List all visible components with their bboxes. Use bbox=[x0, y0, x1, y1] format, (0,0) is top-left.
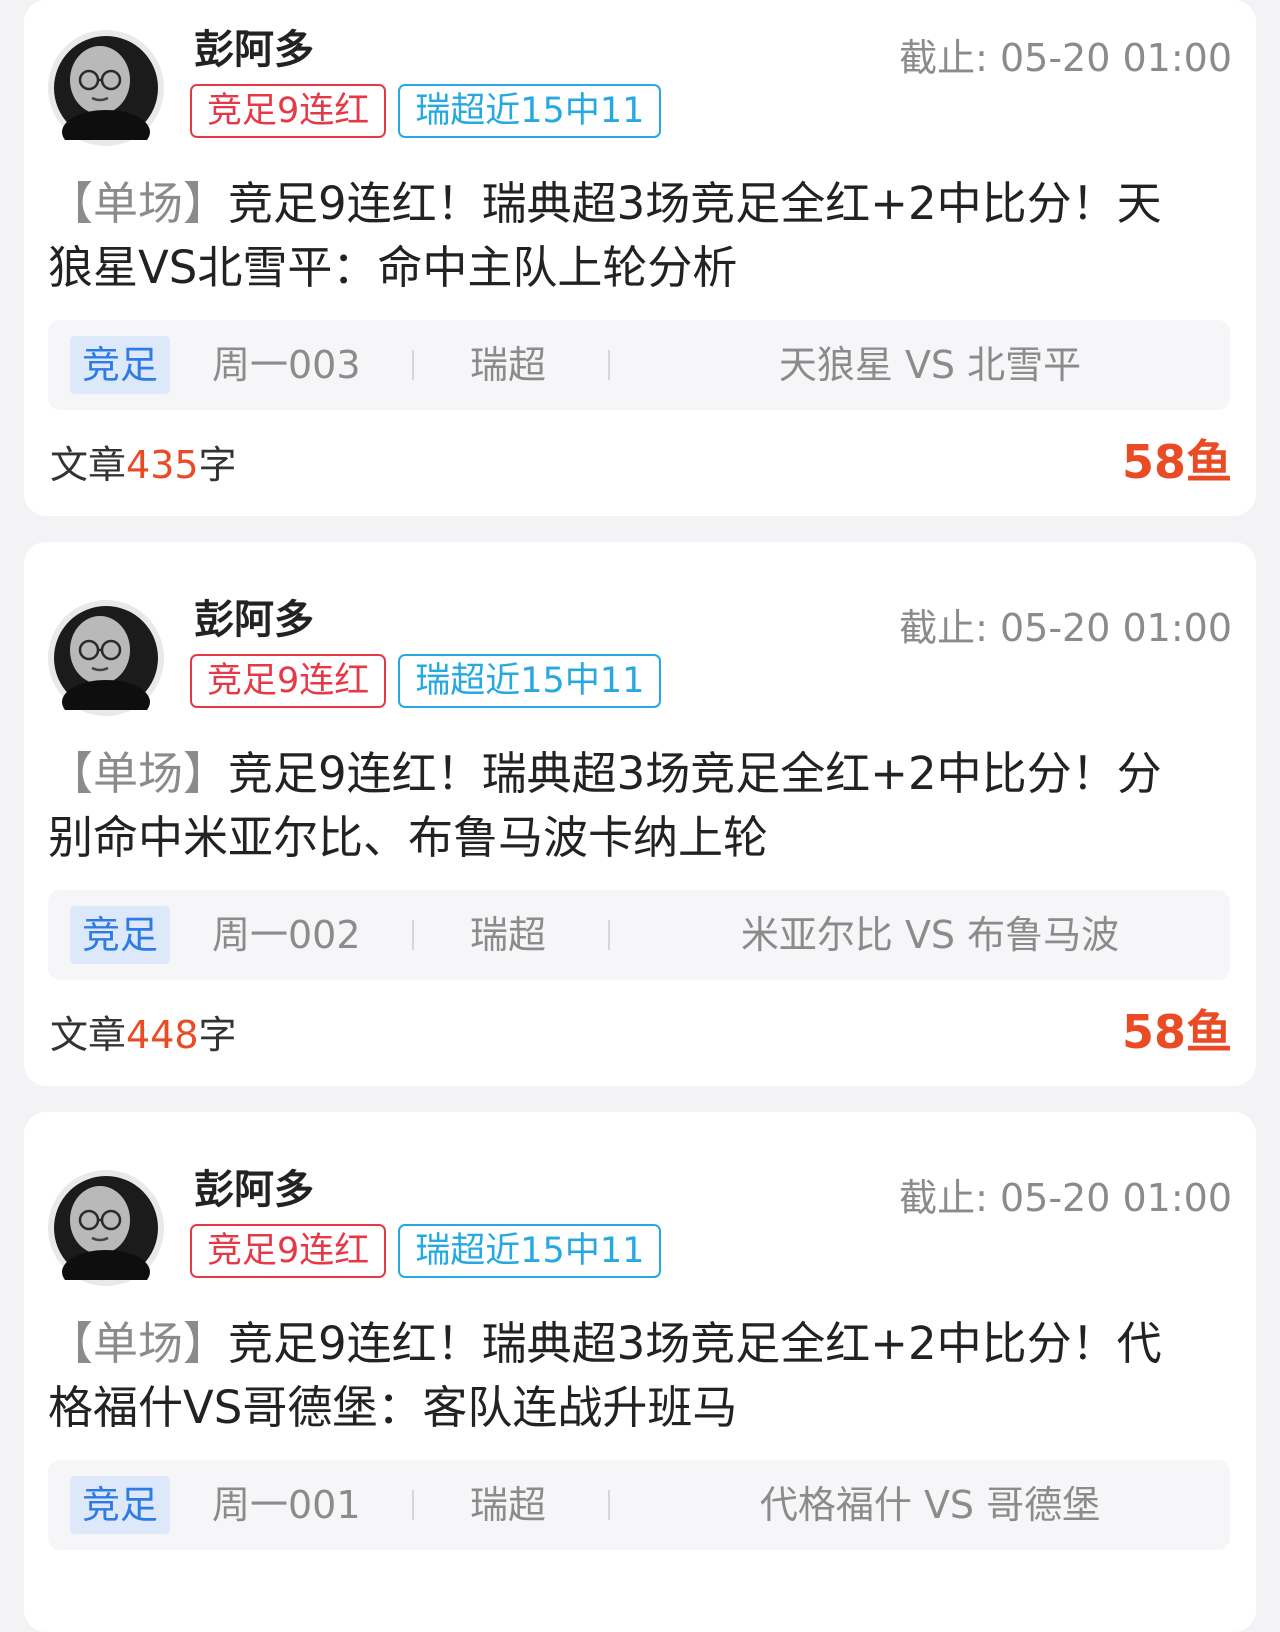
streak-badge: 竞足9连红 bbox=[190, 1224, 387, 1278]
article-suffix: 字 bbox=[198, 1013, 237, 1057]
lottery-type-tag: 竞足 bbox=[70, 906, 171, 964]
lottery-type-tag: 竞足 bbox=[70, 1476, 171, 1534]
deadline-label: 截止: bbox=[899, 36, 988, 80]
divider bbox=[608, 350, 610, 380]
record-badge: 瑞超近15中11 bbox=[398, 1224, 662, 1278]
record-badge: 瑞超近15中11 bbox=[398, 84, 662, 138]
league-name: 瑞超 bbox=[470, 913, 547, 957]
author-name[interactable]: 彭阿多 bbox=[194, 1166, 314, 1214]
divider bbox=[412, 350, 414, 380]
match-info-bar[interactable]: 竞足 周一003 瑞超 天狼星 VS 北雪平 bbox=[48, 320, 1230, 410]
article-word-count: 文章448字 bbox=[50, 1010, 237, 1060]
author-name[interactable]: 彭阿多 bbox=[194, 26, 314, 74]
match-info-bar[interactable]: 竞足 周一002 瑞超 米亚尔比 VS 布鲁马波 bbox=[48, 890, 1230, 980]
divider bbox=[412, 920, 414, 950]
match-info-bar[interactable]: 竞足 周一001 瑞超 代格福什 VS 哥德堡 bbox=[48, 1460, 1230, 1550]
divider bbox=[608, 1490, 610, 1520]
match-teams: 天狼星 VS 北雪平 bbox=[778, 343, 1082, 387]
author-photo-icon bbox=[54, 36, 158, 140]
league-name: 瑞超 bbox=[470, 1483, 547, 1527]
post-card[interactable]: 彭阿多 竞足9连红 瑞超近15中11 截止: 05-20 01:00 【单场】竞… bbox=[24, 1112, 1256, 1632]
article-prefix: 文章 bbox=[50, 1013, 127, 1057]
price-label[interactable]: 58鱼 bbox=[1122, 1004, 1232, 1060]
divider bbox=[412, 1490, 414, 1520]
lottery-type-tag: 竞足 bbox=[70, 336, 171, 394]
divider bbox=[608, 920, 610, 950]
deadline-label: 截止: bbox=[899, 606, 988, 650]
league-name: 瑞超 bbox=[470, 343, 547, 387]
post-card[interactable]: 彭阿多 竞足9连红 瑞超近15中11 截止: 05-20 01:00 【单场】竞… bbox=[24, 0, 1256, 516]
post-card[interactable]: 彭阿多 竞足9连红 瑞超近15中11 截止: 05-20 01:00 【单场】竞… bbox=[24, 542, 1256, 1086]
avatar[interactable] bbox=[48, 30, 164, 146]
post-title[interactable]: 【单场】竞足9连红！瑞典超3场竞足全红+2中比分！分别命中米亚尔比、布鲁马波卡纳… bbox=[48, 742, 1198, 870]
deadline-time: 05-20 01:00 bbox=[999, 606, 1232, 650]
deadline-time: 05-20 01:00 bbox=[999, 36, 1232, 80]
title-prefix: 【单场】 bbox=[48, 747, 229, 800]
deadline-time: 05-20 01:00 bbox=[999, 1176, 1232, 1220]
deadline: 截止: 05-20 01:00 bbox=[899, 604, 1232, 652]
avatar[interactable] bbox=[48, 600, 164, 716]
author-badges: 竞足9连红 瑞超近15中11 bbox=[190, 1224, 662, 1278]
streak-badge: 竞足9连红 bbox=[190, 654, 387, 708]
author-badges: 竞足9连红 瑞超近15中11 bbox=[190, 654, 662, 708]
author-name[interactable]: 彭阿多 bbox=[194, 596, 314, 644]
match-teams: 代格福什 VS 哥德堡 bbox=[759, 1483, 1101, 1527]
author-photo-icon bbox=[54, 606, 158, 710]
match-number: 周一003 bbox=[212, 343, 361, 387]
word-count-number: 448 bbox=[126, 1013, 199, 1057]
article-prefix: 文章 bbox=[50, 443, 127, 487]
word-count-number: 435 bbox=[126, 443, 199, 487]
author-badges: 竞足9连红 瑞超近15中11 bbox=[190, 84, 662, 138]
article-word-count: 文章435字 bbox=[50, 440, 237, 490]
post-title[interactable]: 【单场】竞足9连红！瑞典超3场竞足全红+2中比分！天狼星VS北雪平：命中主队上轮… bbox=[48, 172, 1198, 300]
title-prefix: 【单场】 bbox=[48, 177, 229, 230]
deadline: 截止: 05-20 01:00 bbox=[899, 1174, 1232, 1222]
author-photo-icon bbox=[54, 1176, 158, 1280]
streak-badge: 竞足9连红 bbox=[190, 84, 387, 138]
deadline: 截止: 05-20 01:00 bbox=[899, 34, 1232, 82]
price-label[interactable]: 58鱼 bbox=[1122, 434, 1232, 490]
article-suffix: 字 bbox=[198, 443, 237, 487]
post-title[interactable]: 【单场】竞足9连红！瑞典超3场竞足全红+2中比分！代格福什VS哥德堡：客队连战升… bbox=[48, 1312, 1198, 1440]
avatar[interactable] bbox=[48, 1170, 164, 1286]
match-number: 周一002 bbox=[212, 913, 361, 957]
match-teams: 米亚尔比 VS 布鲁马波 bbox=[740, 913, 1120, 957]
match-number: 周一001 bbox=[212, 1483, 361, 1527]
title-prefix: 【单场】 bbox=[48, 1317, 229, 1370]
deadline-label: 截止: bbox=[899, 1176, 988, 1220]
record-badge: 瑞超近15中11 bbox=[398, 654, 662, 708]
